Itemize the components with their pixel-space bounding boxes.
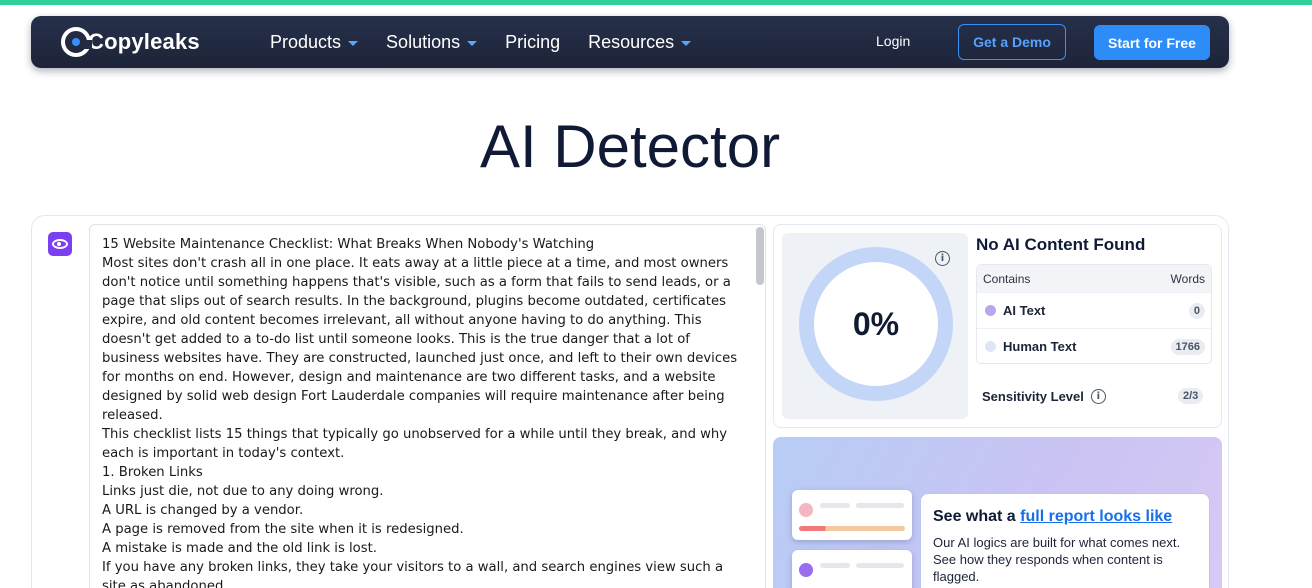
word-breakdown-table: Contains Words AI Text 0 Human Text 1766	[976, 264, 1212, 364]
report-promo-box: See what a full report looks like Our AI…	[920, 493, 1210, 588]
chevron-down-icon	[467, 40, 478, 46]
menu-item-label: Solutions	[386, 31, 461, 52]
top-navigation: Copyleaks Products Solutions Pricing Res…	[31, 16, 1229, 68]
sensitivity-value-badge[interactable]: 2/3	[1178, 388, 1204, 404]
menu-item-label: Pricing	[505, 31, 561, 52]
contains-header: Contains	[983, 271, 1031, 286]
table-row-human-text: Human Text 1766	[977, 328, 1211, 364]
promo-description: Our AI logics are built for what comes n…	[933, 535, 1181, 584]
text-input-content: 15 Website Maintenance Checklist: What B…	[102, 235, 742, 588]
text-input-area[interactable]: 15 Website Maintenance Checklist: What B…	[89, 224, 766, 588]
menu-item-label: Resources	[588, 31, 675, 52]
promo-title: See what a full report looks like	[933, 508, 1197, 526]
ai-score-percent: 0%	[852, 305, 900, 342]
full-report-link[interactable]: full report looks like	[1020, 508, 1172, 525]
main-menu: Products Solutions Pricing Resources	[270, 16, 719, 68]
copyleaks-logo[interactable]: Copyleaks	[61, 25, 200, 59]
text-line: 15 Website Maintenance Checklist: What B…	[102, 237, 595, 252]
ai-text-dot-icon	[985, 305, 996, 316]
text-line: A URL is changed by a vendor.	[102, 503, 304, 518]
menu-item-products[interactable]: Products	[270, 31, 359, 53]
ai-score-gauge: 0%	[799, 247, 953, 401]
preview-avatar-icon	[799, 563, 813, 577]
text-line: If you have any broken links, they take …	[102, 560, 724, 588]
top-accent-bar	[0, 0, 1312, 5]
logo-ring-icon	[61, 27, 92, 57]
text-line: A mistake is made and the old link is lo…	[102, 541, 377, 556]
eye-icon	[52, 239, 68, 249]
text-line: Most sites don't crash all in one place.…	[102, 256, 738, 423]
menu-item-pricing[interactable]: Pricing	[505, 32, 560, 53]
page-title: AI Detector	[479, 113, 781, 180]
preview-avatar-icon	[799, 503, 813, 517]
human-text-dot-icon	[985, 341, 996, 352]
sensitivity-level: Sensitivity Level i	[982, 389, 1106, 404]
chevron-down-icon	[348, 40, 359, 46]
report-preview-card	[792, 490, 912, 540]
row-label: Human Text	[1003, 339, 1077, 354]
scrollbar-thumb[interactable]	[756, 227, 764, 285]
menu-item-solutions[interactable]: Solutions	[386, 31, 478, 53]
view-toggle-button[interactable]	[48, 232, 72, 256]
text-line: Links just die, not due to any doing wro…	[102, 484, 384, 499]
row-count-badge: 1766	[1170, 338, 1205, 355]
table-row-ai-text: AI Text 0	[977, 292, 1211, 328]
start-free-button[interactable]: Start for Free	[1094, 25, 1210, 60]
promo-title-prefix: See what a	[933, 508, 1021, 525]
text-line: This checklist lists 15 things that typi…	[102, 427, 728, 461]
text-line: 1. Broken Links	[102, 465, 203, 480]
logo-text: Copyleaks	[88, 29, 200, 54]
chevron-down-icon	[681, 40, 692, 46]
info-icon[interactable]: i	[935, 251, 950, 266]
login-link[interactable]: Login	[876, 33, 910, 49]
row-count-badge: 0	[1188, 302, 1205, 319]
result-heading: No AI Content Found	[976, 235, 1146, 254]
row-label: AI Text	[1003, 303, 1046, 318]
words-header: Words	[1170, 271, 1205, 286]
menu-item-resources[interactable]: Resources	[588, 31, 692, 53]
report-preview-card	[792, 550, 912, 588]
get-demo-button[interactable]: Get a Demo	[958, 24, 1066, 60]
sensitivity-label: Sensitivity Level	[982, 389, 1084, 404]
table-header: Contains Words	[977, 265, 1211, 292]
menu-item-label: Products	[270, 31, 342, 52]
text-line: A page is removed from the site when it …	[102, 522, 464, 537]
info-icon[interactable]: i	[1090, 389, 1106, 404]
